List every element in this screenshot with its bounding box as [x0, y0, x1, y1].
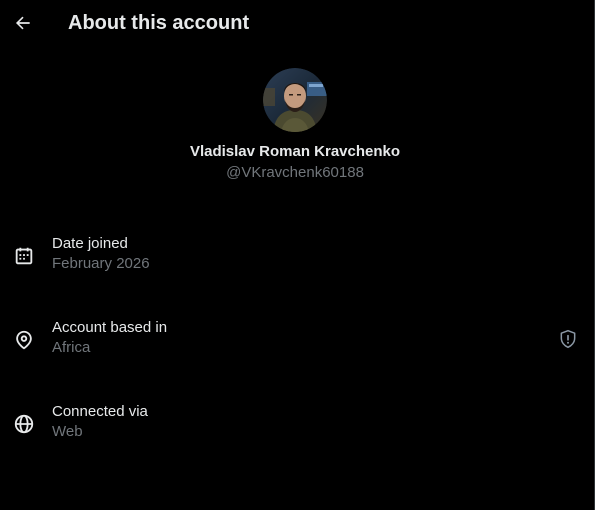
date-joined-row: Date joined February 2026 — [0, 234, 590, 294]
connected-via-label: Connected via — [52, 403, 148, 420]
avatar[interactable] — [263, 68, 327, 132]
account-based-in-label: Account based in — [52, 319, 168, 336]
account-based-in-row: Account based in Africa — [0, 318, 590, 378]
account-based-in-value: Africa — [52, 339, 91, 356]
display-name: Vladislav Roman Kravchenko — [189, 143, 401, 160]
page-title: About this account — [68, 12, 250, 34]
location-pin-icon — [12, 328, 36, 352]
user-handle: @VKravchenk60188 — [226, 164, 364, 181]
globe-icon — [12, 412, 36, 436]
connected-via-row: Connected via Web — [0, 402, 590, 462]
shield-alert-icon[interactable] — [557, 328, 579, 350]
about-account-page: About this account Vladislav Roman Kravc… — [0, 0, 595, 510]
calendar-icon — [12, 244, 36, 268]
arrow-left-icon — [15, 16, 30, 30]
connected-via-value: Web — [52, 423, 83, 440]
page-header: About this account — [0, 0, 595, 46]
date-joined-value: February 2026 — [52, 255, 150, 272]
back-button[interactable] — [9, 9, 37, 37]
profile-summary: Vladislav Roman Kravchenko @VKravchenk60… — [0, 68, 590, 183]
date-joined-label: Date joined — [52, 235, 128, 252]
